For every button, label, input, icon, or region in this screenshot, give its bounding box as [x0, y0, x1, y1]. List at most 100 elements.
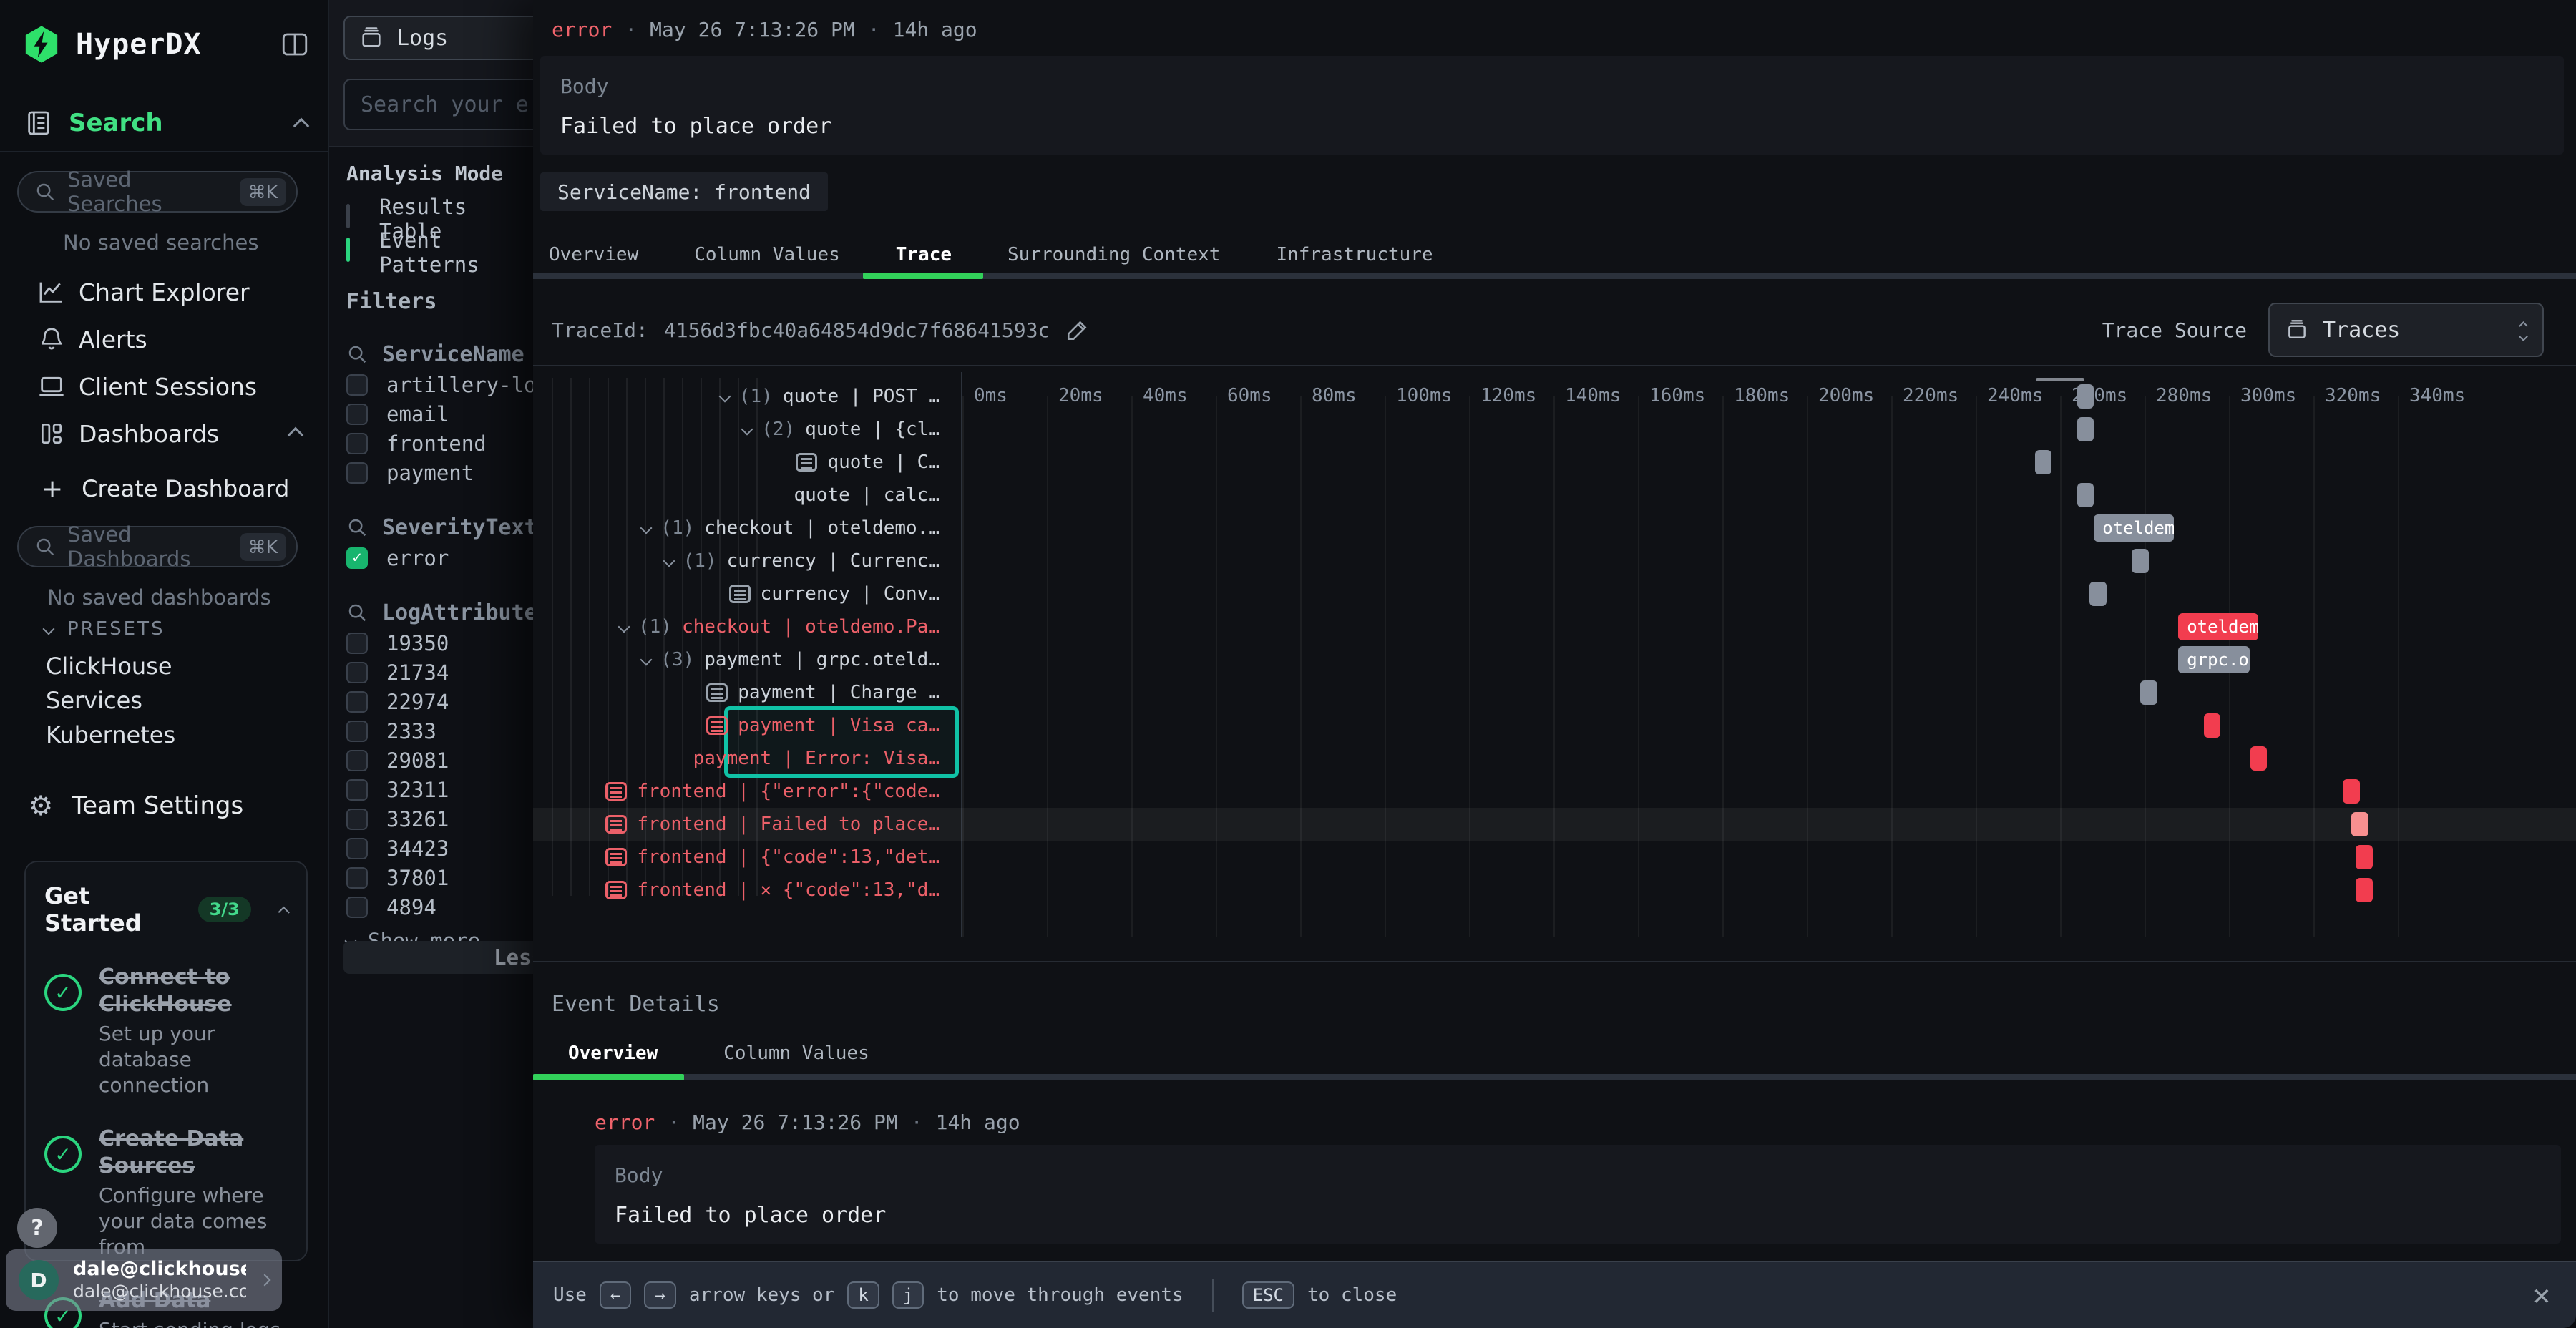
trace-span-row[interactable]: (1)checkout | oteldemo.… oteldem — [533, 512, 2576, 545]
chevron-down-icon[interactable] — [640, 522, 653, 534]
span-tree-cell[interactable]: (1)checkout | oteldemo.Pa… — [533, 610, 940, 643]
source-select[interactable]: Logs — [343, 16, 533, 60]
filter-checkbox[interactable] — [346, 721, 368, 742]
span-bar[interactable] — [2356, 878, 2373, 902]
trace-span-row[interactable]: quote | C… — [533, 446, 2576, 479]
tab-overview[interactable]: Overview — [549, 240, 638, 269]
sidebar-item-clickhouse[interactable]: ClickHouse — [46, 653, 172, 680]
filter-checkbox[interactable] — [346, 897, 368, 918]
chevron-down-icon[interactable] — [640, 654, 653, 666]
filter-item[interactable]: frontend — [346, 429, 533, 458]
sidebar-item-search[interactable]: Search — [24, 109, 307, 137]
span-bar[interactable] — [2204, 713, 2221, 738]
trace-span-row[interactable]: (3)payment | grpc.oteld…grpc.o — [533, 643, 2576, 676]
sidebar-item-team-settings[interactable]: ⚙ Team Settings — [29, 790, 243, 821]
search-icon[interactable] — [346, 602, 368, 623]
span-bar-labeled[interactable]: oteldem — [2094, 514, 2174, 542]
span-tree-cell[interactable]: (1)checkout | oteldemo.… — [533, 512, 940, 545]
trace-span-row[interactable]: currency | Conv… — [533, 577, 2576, 610]
tab-infrastructure[interactable]: Infrastructure — [1276, 240, 1433, 269]
span-tree-cell[interactable]: frontend | {"error":{"code… — [533, 775, 940, 808]
filter-item[interactable]: 34423 — [346, 834, 533, 863]
filter-checkbox[interactable] — [346, 750, 368, 771]
span-bar[interactable] — [2140, 680, 2157, 705]
ed-tab-column-values[interactable]: Column Values — [723, 1039, 869, 1068]
filter-item[interactable]: payment — [346, 458, 533, 487]
span-tree-cell[interactable]: frontend | Failed to place… — [533, 808, 940, 841]
span-tree-cell[interactable]: (1)quote | POST … — [533, 380, 940, 413]
event-search-input[interactable]: Search your e — [343, 79, 533, 130]
search-icon[interactable] — [346, 517, 368, 538]
search-icon[interactable] — [346, 343, 368, 365]
sidebar-item-chart-explorer[interactable]: Chart Explorer — [0, 273, 328, 311]
ed-tab-overview[interactable]: Overview — [568, 1039, 658, 1068]
filter-checkbox[interactable] — [346, 809, 368, 830]
sidebar-item-alerts[interactable]: Alerts — [0, 321, 328, 358]
filter-item[interactable]: 21734 — [346, 658, 533, 687]
trace-span-row[interactable]: quote | calc… — [533, 479, 2576, 512]
chevron-down-icon[interactable] — [718, 391, 731, 403]
filter-item[interactable]: 32311 — [346, 775, 533, 804]
filter-checkbox[interactable] — [346, 691, 368, 713]
create-dashboard-button[interactable]: + Create Dashboard — [42, 472, 289, 505]
filter-item[interactable]: email — [346, 399, 533, 429]
get-started-item[interactable]: ✓ Create Data Sources Configure where yo… — [44, 1126, 288, 1260]
tab-surrounding-context[interactable]: Surrounding Context — [1008, 240, 1220, 269]
filter-item[interactable]: 22974 — [346, 687, 533, 716]
span-tree-cell[interactable]: quote | C… — [533, 446, 940, 479]
chevron-down-icon[interactable] — [618, 621, 630, 633]
span-tree-cell[interactable]: payment | Error: Visa… — [533, 742, 940, 775]
trace-span-row[interactable]: frontend | ✕ {"code":13,"d… — [533, 874, 2576, 907]
collapse-sidebar-icon[interactable] — [280, 29, 310, 59]
trace-span-row[interactable]: (1)quote | POST … — [533, 380, 2576, 413]
trace-span-row[interactable]: frontend | {"error":{"code… — [533, 775, 2576, 808]
chevron-up-icon[interactable] — [288, 427, 304, 444]
filter-checkbox[interactable] — [346, 462, 368, 484]
filter-item[interactable]: ✓error — [346, 543, 533, 572]
trace-source-select[interactable]: Traces — [2268, 303, 2544, 357]
chevron-up-icon[interactable] — [293, 118, 310, 135]
servicename-chip[interactable]: ServiceName: frontend — [540, 172, 828, 211]
trace-span-row[interactable]: (2)quote | {cl… — [533, 413, 2576, 446]
presets-toggle[interactable]: PRESETS — [44, 618, 165, 640]
help-button[interactable]: ? — [17, 1208, 57, 1248]
pencil-icon[interactable] — [1065, 318, 1090, 342]
span-tree-cell[interactable]: frontend | {"code":13,"det… — [533, 841, 940, 874]
close-icon[interactable]: ✕ — [2533, 1275, 2550, 1315]
chevron-up-icon[interactable] — [278, 907, 289, 918]
filter-item[interactable]: artillery-loa — [346, 370, 533, 399]
filter-checkbox[interactable] — [346, 662, 368, 683]
get-started-item[interactable]: ✓ Connect to ClickHouse Set up your data… — [44, 964, 288, 1098]
chevron-down-icon[interactable] — [741, 424, 753, 436]
trace-span-row[interactable]: payment | Charge … — [533, 676, 2576, 709]
filter-checkbox[interactable] — [346, 374, 368, 396]
span-bar[interactable] — [2132, 549, 2149, 573]
span-bar[interactable] — [2077, 384, 2094, 409]
sidebar-item-services[interactable]: Services — [46, 687, 142, 714]
filter-checkbox[interactable] — [346, 838, 368, 859]
filter-checkbox[interactable]: ✓ — [346, 547, 368, 569]
span-tree-cell[interactable]: (1)currency | Currenc… — [533, 545, 940, 577]
trace-span-row[interactable]: payment | Visa ca… — [533, 709, 2576, 742]
span-tree-cell[interactable]: payment | Charge … — [533, 676, 940, 709]
filter-checkbox[interactable] — [346, 779, 368, 801]
span-tree-cell[interactable]: payment | Visa ca… — [533, 709, 940, 742]
span-bar[interactable] — [2351, 812, 2368, 836]
trace-span-row[interactable]: frontend | Failed to place… — [533, 808, 2576, 841]
span-tree-cell[interactable]: currency | Conv… — [533, 577, 940, 610]
filter-item[interactable]: 33261 — [346, 804, 533, 834]
span-bar-labeled[interactable]: grpc.o — [2178, 646, 2250, 673]
filter-item[interactable]: 19350 — [346, 628, 533, 658]
filter-checkbox[interactable] — [346, 867, 368, 889]
tab-trace[interactable]: Trace — [896, 240, 952, 269]
analysis-mode-event-patterns[interactable]: Event Patterns — [346, 235, 533, 269]
span-bar[interactable] — [2356, 845, 2373, 869]
span-bar[interactable] — [2077, 417, 2094, 441]
span-tree-cell[interactable]: quote | calc… — [533, 479, 940, 512]
span-bar[interactable] — [2077, 483, 2094, 507]
span-bar[interactable] — [2343, 779, 2360, 804]
span-tree-cell[interactable]: frontend | ✕ {"code":13,"d… — [533, 874, 940, 907]
span-bar[interactable] — [2089, 582, 2107, 606]
saved-dashboards-input[interactable]: Saved Dashboards ⌘K — [17, 526, 298, 567]
span-tree-cell[interactable]: (2)quote | {cl… — [533, 413, 940, 446]
